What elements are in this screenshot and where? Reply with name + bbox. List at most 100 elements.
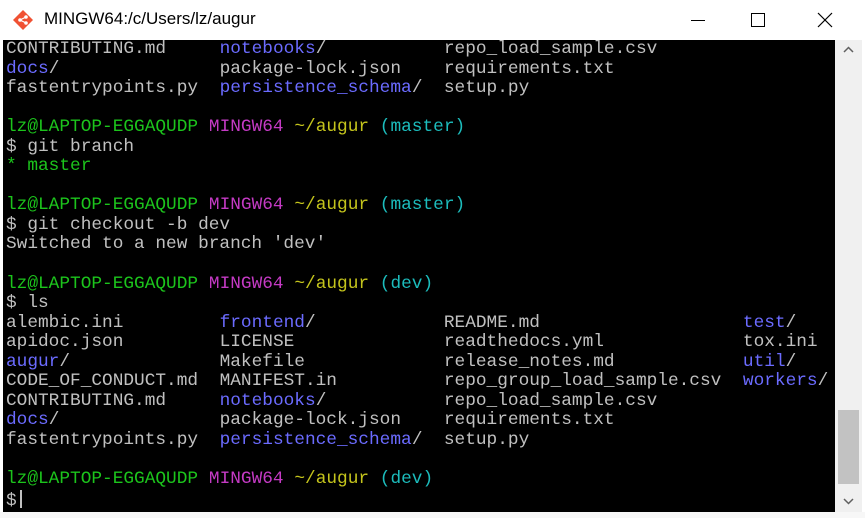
terminal-text: docs [6,410,49,431]
terminal-text: repo_group_load_sample.csv [443,371,722,392]
terminal-line: $ git checkout -b dev [6,214,834,236]
terminal-line: fastentrypoints.py persistence_schema / set… [6,429,834,451]
terminal-text: notebooks [219,40,316,59]
terminal-text: MINGW64 [208,117,284,138]
terminal-text: ~/augur [294,195,370,216]
terminal-line: alembic.ini frontend / README.md test / [6,312,834,334]
terminal-line: apidoc.json LICENSE readthedocs.yml tox.ini [6,333,834,353]
minimize-icon [691,20,705,21]
terminal-text: fastentrypoints.py [6,429,199,450]
vertical-scrollbar[interactable] [835,40,862,512]
terminal-text: (dev) [379,469,434,490]
terminal-output[interactable]: CONTRIBUTING.md notebooks / repo_load_sampl… [3,40,835,512]
maximize-icon [751,13,765,27]
terminal-text: setup.py [443,78,530,99]
terminal-text: / [411,78,423,99]
terminal-line: fastentrypoints.py persistence_schema / set… [6,79,834,99]
git-bash-icon [13,10,33,30]
terminal-text: (master) [379,195,466,216]
terminal-text: augur [6,351,60,372]
terminal-text: MINGW64 [208,195,284,216]
terminal-text: requirements.txt [443,410,615,431]
terminal-text: persistence_schema [219,78,412,99]
minimize-button[interactable] [668,0,728,40]
terminal-text: tox.ini [742,332,818,353]
terminal-text: lz@LAPTOP-EGGAQUDP [6,469,199,490]
terminal-line: lz@LAPTOP-EGGAQUDP MINGW64 ~/augur (dev) [6,469,834,490]
terminal-text: README.md [443,312,540,333]
terminal-text: CODE_OF_CONDUCT.md [6,371,199,392]
terminal-text: util [742,351,786,372]
terminal-text: lz@LAPTOP-EGGAQUDP [6,195,199,216]
terminal-text: Switched to a new branch 'dev' [6,234,327,255]
terminal-text: / [315,40,327,59]
terminal-text: / [59,351,71,372]
terminal-text: release_notes.md [443,351,615,372]
terminal-text: lz@LAPTOP-EGGAQUDP [6,273,199,294]
maximize-button[interactable] [728,0,788,40]
terminal-line: CODE_OF_CONDUCT.md MANIFEST.in repo_group_… [6,372,834,392]
terminal-line: CONTRIBUTING.md notebooks / repo_load_sampl… [6,40,834,60]
scroll-up-icon[interactable] [843,46,854,53]
terminal-text: CONTRIBUTING.md [6,390,167,411]
terminal-text: alembic.ini [6,312,124,333]
terminal-text: MINGW64 [208,273,284,294]
terminal-text: persistence_schema [219,429,412,450]
terminal-line: * master [6,157,834,177]
text-cursor [19,489,22,508]
close-button[interactable] [795,0,855,40]
terminal-text: / [315,390,327,411]
terminal-line: lz@LAPTOP-EGGAQUDP MINGW64 ~/augur (master) [6,196,834,216]
terminal-text: test [742,312,786,333]
terminal-text: / [48,58,60,79]
terminal-text: workers [742,371,818,392]
terminal-text: lz@LAPTOP-EGGAQUDP [6,117,199,138]
terminal-text: $ git checkout -b dev [6,214,231,235]
terminal-line: $ git branch [6,136,834,158]
terminal-lines: CONTRIBUTING.md notebooks / repo_load_sampl… [6,40,834,512]
terminal-text: (master) [379,117,466,138]
terminal-line: Switched to a new branch 'dev' [6,235,834,255]
terminal-text: repo_load_sample.csv [443,40,658,59]
terminal-text: apidoc.json [6,332,124,353]
terminal-text: / [48,410,60,431]
close-icon [817,12,833,28]
terminal-text: CONTRIBUTING.md [6,40,167,59]
terminal-text: docs [6,58,49,79]
terminal-text: package-lock.json [219,410,401,431]
terminal-line: lz@LAPTOP-EGGAQUDP MINGW64 ~/augur (dev) [6,273,834,295]
terminal-text: notebooks [219,390,316,411]
terminal-text: LICENSE [219,332,295,353]
terminal-text: $ [6,489,22,512]
terminal-text: package-lock.json [219,58,401,79]
terminal-line: CONTRIBUTING.md notebooks / repo_load_sampl… [6,390,834,412]
terminal-text: requirements.txt [443,58,615,79]
terminal-text: Makefile [219,351,305,372]
scrollbar-thumb[interactable] [838,410,859,484]
terminal-text: ~/augur [294,469,370,490]
terminal-text: repo_load_sample.csv [443,390,658,411]
terminal-line: $ [6,489,834,512]
terminal-line: docs / package-lock.json requirements.txt [6,58,834,80]
terminal-text: * master [6,156,92,177]
terminal-text: / [785,312,797,333]
terminal-line: augur / Makefile release_notes.md util / [6,351,834,373]
terminal-text: frontend [219,312,305,333]
scroll-down-icon[interactable] [843,498,854,505]
terminal-text: / [785,351,797,372]
terminal-text: readthedocs.yml [443,332,604,353]
terminal-text: setup.py [443,429,530,450]
terminal-line: lz@LAPTOP-EGGAQUDP MINGW64 ~/augur (master) [6,118,834,138]
terminal-text: / [817,371,829,392]
terminal-text: / [305,312,316,333]
window-bottom-edge [0,512,865,518]
terminal-text: $ git branch [6,136,135,157]
terminal-text: MANIFEST.in [219,371,337,392]
terminal-text: MINGW64 [208,469,284,490]
title-bar[interactable]: MINGW64:/c/Users/lz/augur [0,0,865,40]
terminal-text: ~/augur [294,117,370,138]
terminal-text: fastentrypoints.py [6,78,199,99]
